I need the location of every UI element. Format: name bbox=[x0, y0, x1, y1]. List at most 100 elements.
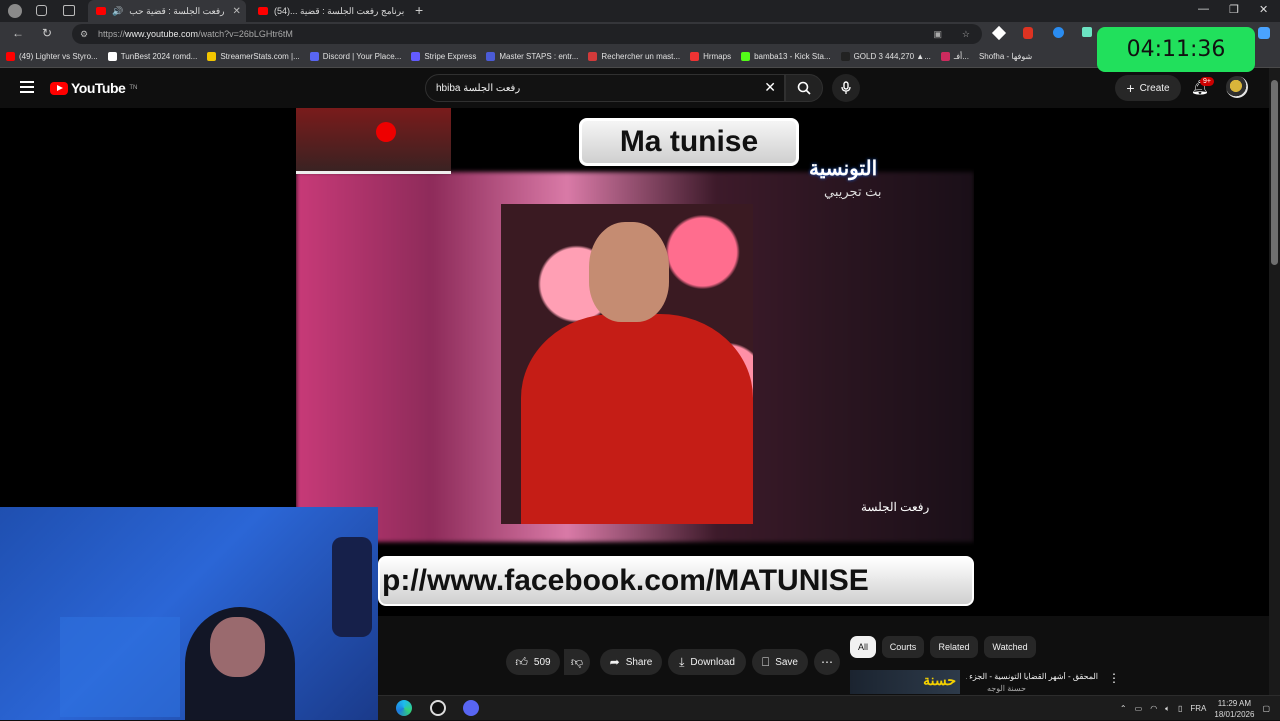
thumbnail-text: حسنة bbox=[923, 672, 956, 688]
webcam-overlay bbox=[0, 507, 378, 720]
url-field[interactable]: ⚙ https://www.youtube.com/watch?v=26bLGH… bbox=[72, 24, 982, 44]
tab-title: رفعت الجلسة : قضية حب bbox=[129, 5, 225, 16]
recommendation-title[interactable]: المحقق - أشهر القضايا التونسية - الجزء 1… bbox=[966, 672, 1098, 681]
obs-icon[interactable] bbox=[430, 700, 446, 716]
window-close-icon[interactable]: ✕ bbox=[1259, 3, 1268, 16]
dislike-button[interactable]: 👎︎ bbox=[564, 649, 590, 675]
more-horizontal-icon: ⋯ bbox=[821, 655, 833, 669]
browser-tab-strip: 🔊 رفعت الجلسة : قضية حب ✕ برنامج رفعت ال… bbox=[0, 0, 1280, 22]
extension-icon-1[interactable] bbox=[991, 25, 1007, 41]
clock-date: 18/01/2026 bbox=[1214, 709, 1255, 719]
menu-icon[interactable] bbox=[20, 81, 34, 93]
restore-icon[interactable]: ❐ bbox=[1229, 3, 1239, 16]
like-count: 509 bbox=[533, 656, 551, 668]
language-indicator[interactable]: FRA bbox=[1190, 704, 1206, 713]
chip-all[interactable]: All bbox=[850, 636, 876, 658]
create-button[interactable]: + Create bbox=[1115, 75, 1181, 101]
tab-title: برنامج رفعت الجلسة : قضية ...(54) bbox=[274, 5, 405, 16]
site-info-icon[interactable]: ⚙ bbox=[80, 29, 88, 40]
extension-icon-5[interactable] bbox=[1258, 27, 1270, 39]
notification-center-icon[interactable]: ▢ bbox=[1262, 704, 1270, 713]
video-frame: Ma tunise التونسية بث تجريبي رفعت الجلسة bbox=[296, 108, 974, 616]
bookmark-favicon-icon bbox=[486, 52, 496, 61]
bookmark-item[interactable]: Discord | Your Place... bbox=[309, 52, 401, 61]
bookmark-item[interactable]: Master STAPS : entr... bbox=[486, 52, 578, 61]
profile-icon[interactable] bbox=[8, 4, 22, 18]
chip-watched[interactable]: Watched bbox=[984, 636, 1036, 658]
save-button[interactable]: ⎕ Save bbox=[752, 649, 808, 675]
logo-region: TN bbox=[129, 85, 138, 91]
tab-second[interactable]: برنامج رفعت الجلسة : قضية ...(54) ✕ bbox=[250, 0, 408, 22]
bookmark-item[interactable]: GOLD 3 444,270 ▲... bbox=[840, 52, 931, 61]
reload-icon[interactable]: ↻ bbox=[42, 26, 52, 40]
notification-count-badge: 9+ bbox=[1200, 77, 1214, 86]
discord-icon[interactable] bbox=[463, 700, 479, 716]
video-title-box: Ma tunise bbox=[579, 118, 799, 166]
bookmark-item[interactable]: (49) Lighter vs Styro... bbox=[6, 52, 98, 61]
extension-icon-2[interactable] bbox=[1023, 27, 1033, 39]
like-button[interactable]: 👍︎ 509 bbox=[506, 649, 560, 675]
webcam-coat bbox=[332, 537, 372, 637]
close-tab-icon[interactable]: ✕ bbox=[232, 6, 240, 17]
youtube-logo[interactable]: YouTube TN bbox=[50, 80, 137, 96]
share-label: Share bbox=[625, 656, 653, 668]
bookmark-item[interactable]: أفـ... bbox=[940, 52, 969, 61]
recommendation-thumbnail[interactable]: حسنة bbox=[850, 670, 960, 694]
more-actions-button[interactable]: ⋯ bbox=[814, 649, 840, 675]
bookmark-item[interactable]: Rechercher un mast... bbox=[588, 52, 680, 61]
clock-time: 11:29 AM bbox=[1217, 698, 1252, 708]
save-label: Save bbox=[775, 656, 798, 668]
minimize-icon[interactable]: — bbox=[1198, 3, 1209, 15]
recommendation-menu-icon[interactable]: ⋮ bbox=[1108, 671, 1120, 685]
facebook-banner: p://www.facebook.com/MATUNISE bbox=[378, 556, 974, 606]
chip-related[interactable]: Related bbox=[930, 636, 978, 658]
search-input[interactable]: hbiba رفعت الجلسة ✕ bbox=[425, 74, 785, 102]
bookmark-item[interactable]: StreamerStats.com |... bbox=[207, 52, 300, 61]
new-tab-icon[interactable]: + bbox=[415, 2, 423, 18]
bookmark-favicon-icon bbox=[690, 52, 700, 61]
thumbs-up-icon: 👍︎ bbox=[515, 655, 528, 669]
clock[interactable]: 11:29 AM 18/01/2026 bbox=[1214, 698, 1254, 720]
download-icon: ⤓ bbox=[679, 655, 685, 669]
scrollbar-thumb[interactable] bbox=[1271, 80, 1278, 265]
volume-icon[interactable]: 🔈︎ bbox=[1165, 704, 1170, 714]
url-prefix: https:// bbox=[98, 29, 126, 39]
microphone-icon bbox=[841, 81, 851, 94]
portrait-head bbox=[589, 222, 669, 322]
chip-courts[interactable]: Courts bbox=[882, 636, 924, 658]
workspaces-icon[interactable] bbox=[36, 5, 47, 16]
back-icon[interactable]: ← bbox=[12, 26, 24, 40]
edge-icon[interactable] bbox=[396, 700, 412, 716]
voice-search-button[interactable] bbox=[832, 74, 860, 102]
bookmark-item[interactable]: Hrmaps bbox=[690, 52, 731, 61]
battery-icon[interactable]: ▯ bbox=[1178, 704, 1182, 713]
bookmark-item[interactable]: Stripe Express bbox=[411, 52, 476, 61]
search-button[interactable] bbox=[785, 74, 823, 102]
tab-actions-icon[interactable] bbox=[63, 5, 75, 16]
wifi-icon[interactable]: ◠ bbox=[1150, 704, 1157, 713]
channel-logo-text: التونسية bbox=[809, 158, 878, 180]
page-scrollbar[interactable] bbox=[1269, 68, 1280, 695]
bookmark-favicon-icon bbox=[309, 52, 319, 61]
youtube-favicon-icon bbox=[96, 7, 106, 15]
clear-search-icon[interactable]: ✕ bbox=[764, 79, 776, 96]
install-app-icon[interactable]: ▣ bbox=[933, 29, 942, 40]
bookmark-item[interactable]: TunBest 2024 romd... bbox=[107, 52, 197, 61]
extension-icon-3[interactable] bbox=[1053, 27, 1064, 38]
avatar[interactable] bbox=[1226, 76, 1248, 98]
youtube-header: YouTube TN hbiba رفعت الجلسة ✕ + Create 🔔… bbox=[0, 68, 1280, 108]
bookmark-favicon-icon bbox=[940, 52, 950, 61]
share-button[interactable]: ➦ Share bbox=[600, 649, 662, 675]
youtube-favicon-icon bbox=[258, 7, 268, 15]
network-icon[interactable]: ▭ bbox=[1135, 704, 1143, 713]
bookmark-item[interactable]: bamba13 - Kick Sta... bbox=[741, 52, 831, 61]
chevron-up-icon[interactable]: ⌃ bbox=[1120, 704, 1127, 713]
bookmark-favicon-icon bbox=[411, 52, 421, 61]
speaker-icon[interactable]: 🔊 bbox=[112, 6, 123, 17]
bookmarks-bar: (49) Lighter vs Styro... TunBest 2024 ro… bbox=[0, 46, 1280, 68]
download-button[interactable]: ⤓ Download bbox=[668, 649, 746, 675]
tab-active[interactable]: 🔊 رفعت الجلسة : قضية حب ✕ bbox=[88, 0, 246, 22]
bookmark-star-icon[interactable]: ☆ bbox=[962, 29, 970, 40]
extension-icon-4[interactable] bbox=[1082, 27, 1092, 37]
bookmark-item[interactable]: Shofha - شوفها bbox=[979, 52, 1032, 61]
